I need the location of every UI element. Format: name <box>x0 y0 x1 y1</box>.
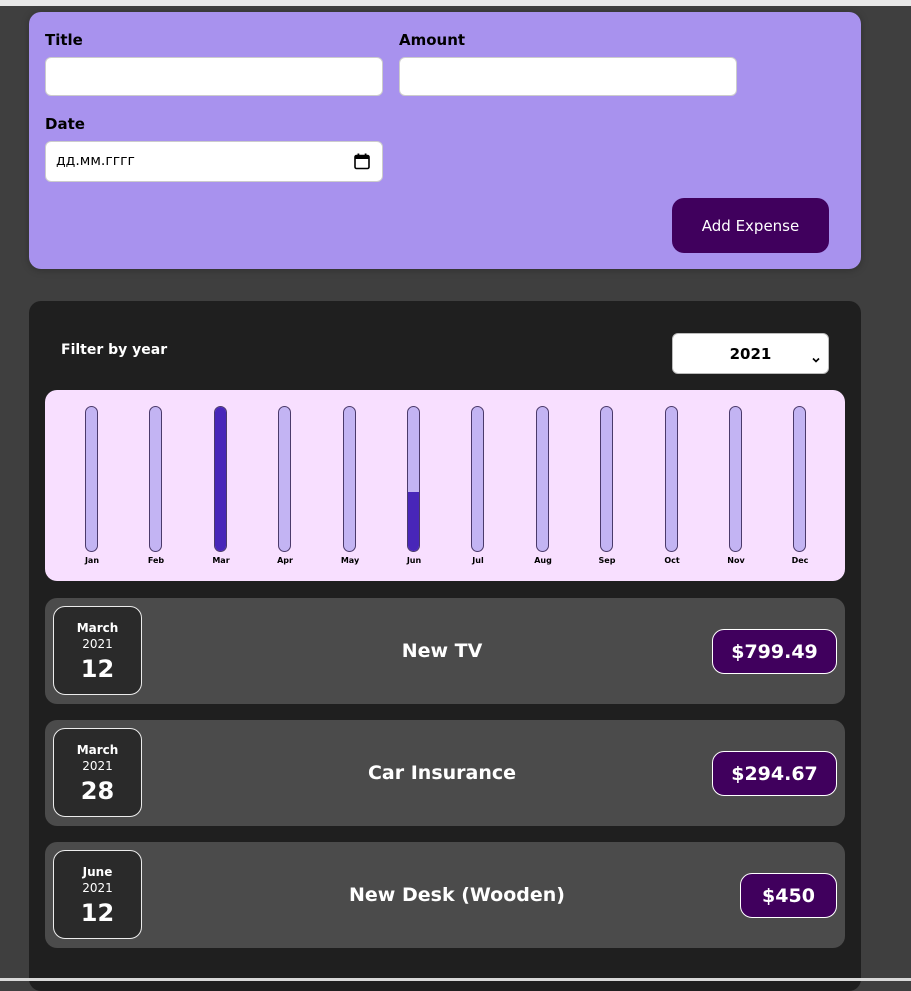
expense-amount: $799.49 <box>712 629 837 674</box>
chart-bar-label: Aug <box>534 556 552 565</box>
add-expense-button[interactable]: Add Expense <box>672 198 829 253</box>
chart-bar-jun <box>407 406 420 552</box>
expense-date-month: June <box>82 865 113 879</box>
expense-date: March 2021 12 <box>53 606 142 695</box>
browser-top-edge <box>0 0 911 6</box>
expense-item: June 2021 12 New Desk (Wooden) $450 <box>45 842 845 948</box>
expense-date-month: March <box>76 743 119 757</box>
expense-amount: $450 <box>740 873 837 918</box>
year-select-value: 2021 <box>729 344 772 363</box>
title-input[interactable] <box>45 57 383 96</box>
calendar-icon[interactable] <box>354 153 370 170</box>
expenses-panel: Filter by year 2021 Jan Feb Mar Apr May Jun Ju… <box>29 301 861 991</box>
expense-title: Car Insurance <box>367 762 517 784</box>
chart-bar-label: Feb <box>147 556 165 565</box>
chart-bar-sep <box>600 406 613 552</box>
chart-bar-jul <box>471 406 484 552</box>
expense-date-year: 2021 <box>82 637 113 651</box>
chevron-down-icon <box>812 350 820 363</box>
date-input[interactable]: дд.мм.гггг <box>45 141 383 182</box>
chart-bar-nov <box>729 406 742 552</box>
expense-amount: $294.67 <box>712 751 837 796</box>
expense-date: March 2021 28 <box>53 728 142 817</box>
filter-label: Filter by year <box>61 342 168 358</box>
chart-bar-label: Nov <box>727 556 745 565</box>
chart-bar-label: Jul <box>472 556 484 565</box>
chart-bar-label: Dec <box>791 556 809 565</box>
expense-date-month: March <box>76 621 119 635</box>
expenses-chart: Jan Feb Mar Apr May Jun Jul Aug Sep Oct Nov Dec <box>45 390 845 581</box>
new-expense-form: Title Amount Date дд.мм.гггг Add Expense <box>29 12 861 269</box>
chart-bar-dec <box>793 406 806 552</box>
title-label: Title <box>45 31 83 49</box>
expense-date-year: 2021 <box>82 881 113 895</box>
expense-date-day: 12 <box>80 655 115 683</box>
chart-bar-oct <box>665 406 678 552</box>
expense-item: March 2021 28 Car Insurance $294.67 <box>45 720 845 826</box>
chart-bar-may <box>343 406 356 552</box>
chart-bar-feb <box>149 406 162 552</box>
expense-title: New TV <box>401 640 483 662</box>
expense-date: June 2021 12 <box>53 850 142 939</box>
chart-bar-label: May <box>340 556 360 565</box>
chart-bar-fill <box>215 407 226 551</box>
chart-bar-label: Apr <box>277 556 293 565</box>
year-filter-select[interactable]: 2021 <box>672 333 829 374</box>
chart-bar-label: Oct <box>664 556 680 565</box>
chart-bar-label: Jun <box>406 556 422 565</box>
expense-date-year: 2021 <box>82 759 113 773</box>
chart-bar-fill <box>408 491 419 551</box>
chart-bar-jan <box>85 406 98 552</box>
chart-bar-mar <box>214 406 227 552</box>
chart-bar-aug <box>536 406 549 552</box>
expense-title: New Desk (Wooden) <box>349 884 565 906</box>
amount-label: Amount <box>399 31 466 49</box>
chart-bar-label: Jan <box>84 556 100 565</box>
expense-date-day: 12 <box>80 899 115 927</box>
amount-input[interactable] <box>399 57 737 96</box>
date-placeholder: дд.мм.гггг <box>56 153 135 169</box>
expense-item: March 2021 12 New TV $799.49 <box>45 598 845 704</box>
date-label: Date <box>45 115 85 133</box>
expense-date-day: 28 <box>80 777 115 805</box>
chart-bar-label: Mar <box>212 556 230 565</box>
chart-bar-label: Sep <box>598 556 616 565</box>
chart-bar-apr <box>278 406 291 552</box>
